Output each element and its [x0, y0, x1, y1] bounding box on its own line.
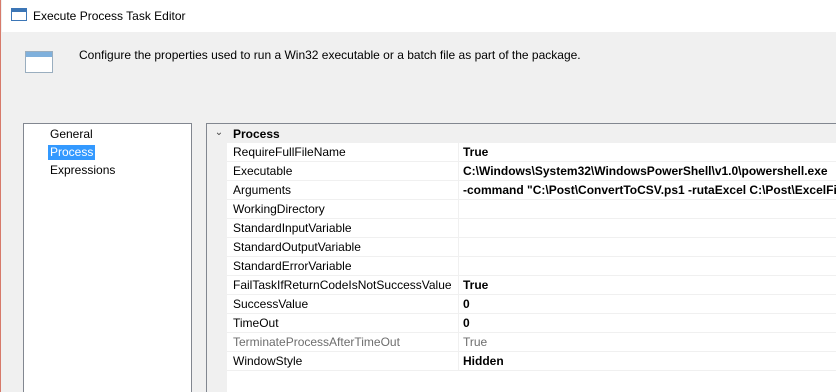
- property-name[interactable]: Executable: [227, 162, 459, 181]
- property-value[interactable]: [460, 238, 836, 257]
- page-navigation-list: General Process Expressions: [23, 123, 192, 392]
- property-row-failtaskifreturncodeisnotsuccessvalue[interactable]: FailTaskIfReturnCodeIsNotSuccessValue Tr…: [227, 276, 836, 295]
- property-value[interactable]: C:\Windows\System32\WindowsPowerShell\v1…: [460, 162, 836, 181]
- property-row-standardoutputvariable[interactable]: StandardOutputVariable: [227, 238, 836, 257]
- property-value: True: [463, 335, 488, 349]
- property-value[interactable]: [460, 200, 836, 219]
- property-value[interactable]: -command "C:\Post\ConvertToCSV.ps1 -ruta…: [460, 181, 836, 200]
- property-name[interactable]: FailTaskIfReturnCodeIsNotSuccessValue: [227, 276, 459, 295]
- property-grid: ⌄ Process RequireFullFileName True Execu…: [206, 123, 836, 392]
- nav-item-general[interactable]: General: [48, 127, 95, 142]
- property-row-standarderrorvariable[interactable]: StandardErrorVariable: [227, 257, 836, 276]
- property-row-timeout[interactable]: TimeOut 0: [227, 314, 836, 333]
- property-name[interactable]: StandardInputVariable: [227, 219, 459, 238]
- property-value[interactable]: 0: [460, 295, 836, 314]
- task-editor-icon: [25, 51, 53, 73]
- property-value[interactable]: Hidden: [460, 352, 836, 371]
- property-row-executable[interactable]: Executable C:\Windows\System32\WindowsPo…: [227, 162, 836, 181]
- property-name[interactable]: SuccessValue: [227, 295, 459, 314]
- property-name[interactable]: StandardOutputVariable: [227, 238, 459, 257]
- nav-item-process[interactable]: Process: [48, 145, 96, 160]
- property-row-standardinputvariable[interactable]: StandardInputVariable: [227, 219, 836, 238]
- property-name[interactable]: Arguments: [227, 181, 459, 200]
- property-name[interactable]: WorkingDirectory: [227, 200, 459, 219]
- property-row-arguments[interactable]: Arguments -command "C:\Post\ConvertToCSV…: [227, 181, 836, 200]
- property-name[interactable]: StandardErrorVariable: [227, 257, 459, 276]
- category-label: Process: [233, 127, 280, 141]
- property-row-windowstyle[interactable]: WindowStyle Hidden: [227, 352, 836, 371]
- property-row-workingdirectory[interactable]: WorkingDirectory: [227, 200, 836, 219]
- property-value[interactable]: True: [460, 276, 836, 295]
- property-row-requirefullfilename[interactable]: RequireFullFileName True: [227, 143, 836, 162]
- property-name[interactable]: RequireFullFileName: [227, 143, 459, 162]
- nav-item-expressions[interactable]: Expressions: [48, 163, 117, 178]
- property-name: TerminateProcessAfterTimeOut: [227, 333, 459, 352]
- title-bar[interactable]: Execute Process Task Editor: [2, 0, 836, 32]
- property-name[interactable]: TimeOut: [227, 314, 459, 333]
- property-row-terminateprocessaftertimeout: TerminateProcessAfterTimeOut True: [227, 333, 836, 352]
- property-name[interactable]: WindowStyle: [227, 352, 459, 371]
- window-title: Execute Process Task Editor: [33, 9, 186, 23]
- header-description: Configure the properties used to run a W…: [79, 48, 581, 62]
- header-area: Configure the properties used to run a W…: [2, 32, 836, 112]
- collapse-chevron-icon[interactable]: ⌄: [213, 126, 225, 140]
- execute-process-task-editor-window: Execute Process Task Editor Configure th…: [0, 0, 836, 392]
- property-value[interactable]: True: [460, 143, 836, 162]
- category-row-process[interactable]: ⌄ Process: [207, 124, 836, 143]
- window-app-icon: [11, 8, 27, 21]
- property-value[interactable]: [460, 257, 836, 276]
- grid-gutter: [207, 143, 227, 392]
- property-value[interactable]: [460, 219, 836, 238]
- property-value[interactable]: 0: [460, 314, 836, 333]
- property-row-successvalue[interactable]: SuccessValue 0: [227, 295, 836, 314]
